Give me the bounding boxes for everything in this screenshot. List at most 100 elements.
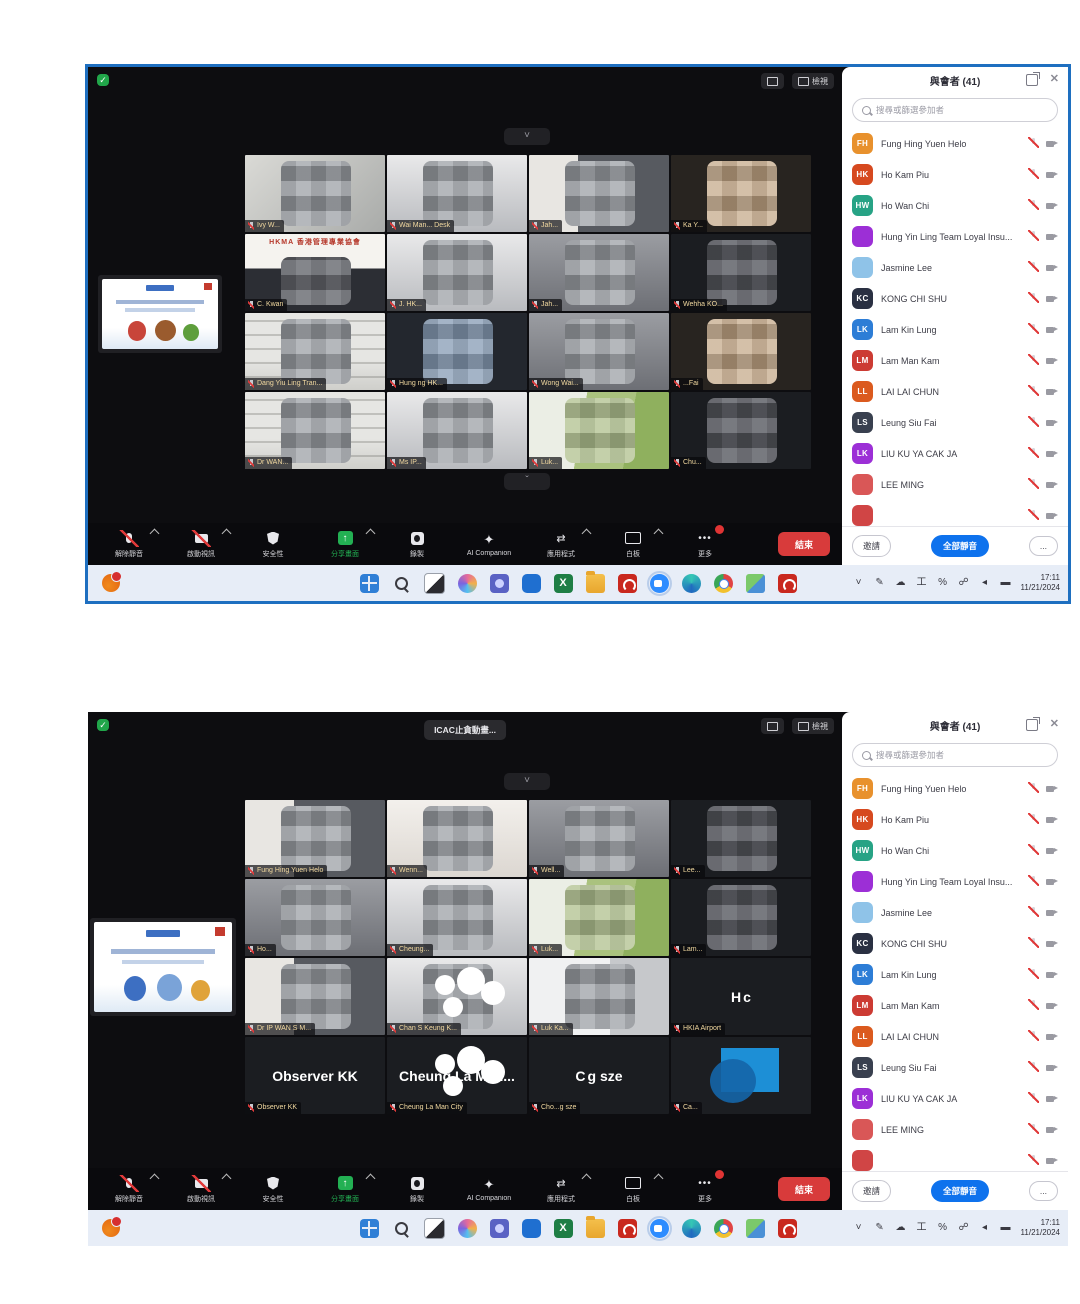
mic-muted-icon[interactable]: [1029, 969, 1037, 980]
camera-off-icon[interactable]: [1046, 971, 1058, 979]
camera-off-icon[interactable]: [1046, 1157, 1058, 1165]
collapse-gallery-button[interactable]: ˅: [504, 773, 550, 790]
acrobat-icon[interactable]: [778, 574, 797, 593]
camera-off-icon[interactable]: [1046, 1064, 1058, 1072]
mic-muted-icon[interactable]: [1029, 200, 1037, 211]
chevron-up-icon[interactable]: [654, 529, 664, 539]
folder-icon[interactable]: [586, 1219, 605, 1238]
taskbar-clock[interactable]: 17:11 11/21/2024: [1021, 573, 1060, 593]
volume-icon[interactable]: ◂: [979, 1222, 991, 1234]
zoom-icon[interactable]: [650, 1219, 669, 1238]
tray-language-icon[interactable]: %: [937, 577, 949, 589]
participant-row[interactable]: KC KONG CHI SHU: [842, 928, 1068, 959]
toolbar-button[interactable]: 錄製: [384, 524, 450, 564]
mic-muted-icon[interactable]: [1029, 1062, 1037, 1073]
copilot-icon[interactable]: [458, 574, 477, 593]
participant-row[interactable]: [842, 500, 1068, 526]
tray-pen-icon[interactable]: ✎: [874, 1222, 886, 1234]
mic-muted-icon[interactable]: [1029, 324, 1037, 335]
end-meeting-button[interactable]: 結束: [778, 532, 830, 556]
toolbar-button[interactable]: 分享畫面: [312, 1169, 378, 1209]
mic-muted-icon[interactable]: [1029, 938, 1037, 949]
camera-off-icon[interactable]: [1046, 202, 1058, 210]
camera-off-icon[interactable]: [1046, 847, 1058, 855]
video-tile[interactable]: Jah...: [529, 234, 669, 311]
chrome-icon[interactable]: [714, 1219, 733, 1238]
acrobat-icon[interactable]: [778, 1219, 797, 1238]
photos-icon[interactable]: [746, 1219, 765, 1238]
chevron-up-icon[interactable]: [654, 1174, 664, 1184]
mic-muted-icon[interactable]: [1029, 1000, 1037, 1011]
participant-row[interactable]: LK Lam Kin Lung: [842, 959, 1068, 990]
network-icon[interactable]: ☍: [958, 577, 970, 589]
camera-off-icon[interactable]: [1046, 909, 1058, 917]
toolbar-button[interactable]: 白板: [600, 1169, 666, 1209]
participant-row[interactable]: Hung Yin Ling Team Loyal Insu...: [842, 866, 1068, 897]
view-button[interactable]: 檢視: [792, 73, 834, 89]
mute-all-button[interactable]: 全部靜音: [931, 535, 989, 557]
acrobat-icon[interactable]: [618, 574, 637, 593]
tray-ime-icon[interactable]: 工: [916, 1222, 928, 1234]
popout-icon[interactable]: [1026, 74, 1038, 86]
search-icon[interactable]: [392, 574, 411, 593]
video-tile[interactable]: Ivy W...: [245, 155, 385, 232]
video-tile[interactable]: C g sze Cho...g sze: [529, 1037, 669, 1114]
more-options-button[interactable]: ...: [1029, 1181, 1058, 1201]
participant-search-input[interactable]: 搜尋或篩選參加者: [852, 98, 1058, 122]
video-tile[interactable]: Dr WAN...: [245, 392, 385, 469]
toolbar-button[interactable]: 解除靜音: [96, 524, 162, 564]
participant-row[interactable]: LS Leung Siu Fai: [842, 407, 1068, 438]
mic-muted-icon[interactable]: [1029, 783, 1037, 794]
chrome-icon[interactable]: [714, 574, 733, 593]
toolbar-button[interactable]: 更多: [672, 524, 738, 564]
shared-content-title-pill[interactable]: ICAC止貪動畫...: [424, 720, 506, 740]
edge-icon[interactable]: [682, 1219, 701, 1238]
participant-row[interactable]: HW Ho Wan Chi: [842, 835, 1068, 866]
end-meeting-button[interactable]: 結束: [778, 1177, 830, 1201]
mic-muted-icon[interactable]: [1029, 876, 1037, 887]
participant-row[interactable]: LK LIU KU YA CAK JA: [842, 1083, 1068, 1114]
mic-muted-icon[interactable]: [1029, 138, 1037, 149]
mic-muted-icon[interactable]: [1029, 169, 1037, 180]
participant-row[interactable]: LEE MING: [842, 1114, 1068, 1145]
camera-off-icon[interactable]: [1046, 326, 1058, 334]
participant-row[interactable]: Jasmine Lee: [842, 897, 1068, 928]
video-tile[interactable]: Cheung...: [387, 879, 527, 956]
video-tile[interactable]: Dang Yiu Ling Tran...: [245, 313, 385, 390]
video-tile[interactable]: Lee...: [671, 800, 811, 877]
camera-off-icon[interactable]: [1046, 878, 1058, 886]
video-tile[interactable]: Ho...: [245, 879, 385, 956]
taskbar-clock[interactable]: 17:11 11/21/2024: [1021, 1218, 1060, 1238]
camera-off-icon[interactable]: [1046, 264, 1058, 272]
mic-muted-icon[interactable]: [1029, 386, 1037, 397]
zoom-icon[interactable]: [650, 574, 669, 593]
toolbar-button[interactable]: 錄製: [384, 1169, 450, 1209]
camera-off-icon[interactable]: [1046, 450, 1058, 458]
camera-off-icon[interactable]: [1046, 816, 1058, 824]
video-tile[interactable]: Cheung La Man... Cheung La Man City: [387, 1037, 527, 1114]
snip-icon[interactable]: [424, 1218, 445, 1239]
toolbar-button[interactable]: AI Companion: [456, 1169, 522, 1209]
chevron-up-icon[interactable]: [222, 529, 232, 539]
video-tile[interactable]: Well...: [529, 800, 669, 877]
acrobat-icon[interactable]: [618, 1219, 637, 1238]
participant-row[interactable]: HK Ho Kam Piu: [842, 159, 1068, 190]
video-tile[interactable]: Fung Hing Yuen Helo: [245, 800, 385, 877]
tray-pen-icon[interactable]: ✎: [874, 577, 886, 589]
toolbar-button[interactable]: 安全性: [240, 524, 306, 564]
video-tile[interactable]: H c HKIA Airport: [671, 958, 811, 1035]
chevron-up-icon[interactable]: [150, 529, 160, 539]
toolbar-button[interactable]: 白板: [600, 524, 666, 564]
collapse-gallery-button[interactable]: ˅: [504, 128, 550, 145]
mic-muted-icon[interactable]: [1029, 1124, 1037, 1135]
video-tile[interactable]: Ka Y...: [671, 155, 811, 232]
chevron-up-icon[interactable]: [582, 1174, 592, 1184]
notification-app-icon[interactable]: [102, 1219, 120, 1237]
camera-off-icon[interactable]: [1046, 940, 1058, 948]
search-icon[interactable]: [392, 1219, 411, 1238]
outlook-icon[interactable]: [522, 574, 541, 593]
camera-off-icon[interactable]: [1046, 295, 1058, 303]
mic-muted-icon[interactable]: [1029, 1155, 1037, 1166]
shared-screen-thumbnail[interactable]: [90, 918, 236, 1016]
chevron-up-icon[interactable]: [150, 1174, 160, 1184]
